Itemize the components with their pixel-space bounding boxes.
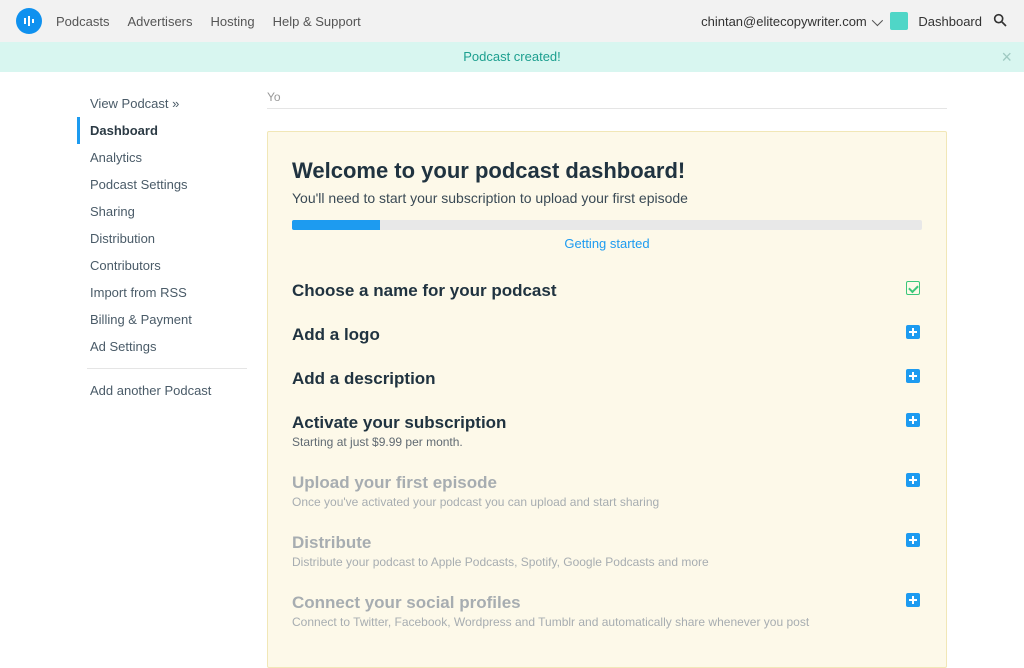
checklist-item[interactable]: Activate your subscription Starting at ju…	[292, 401, 922, 461]
chevron-down-icon	[872, 14, 883, 25]
sidebar: View Podcast »DashboardAnalyticsPodcast …	[77, 90, 257, 668]
top-nav: Podcasts Advertisers Hosting Help & Supp…	[56, 14, 361, 29]
plus-icon[interactable]	[906, 325, 920, 339]
sidebar-item-dashboard[interactable]: Dashboard	[77, 117, 257, 144]
checklist-item-label: Distribute	[292, 533, 890, 553]
plus-icon[interactable]	[906, 369, 920, 383]
checklist-item-label: Choose a name for your podcast	[292, 281, 890, 301]
sidebar-item-import-from-rss[interactable]: Import from RSS	[77, 279, 257, 306]
welcome-card: Welcome to your podcast dashboard! You'l…	[267, 131, 947, 668]
plus-icon[interactable]	[906, 533, 920, 547]
checklist-item[interactable]: Choose a name for your podcast	[292, 269, 922, 313]
plus-icon[interactable]	[906, 593, 920, 607]
sidebar-item-view-podcast[interactable]: View Podcast »	[77, 90, 257, 117]
top-bar: Podcasts Advertisers Hosting Help & Supp…	[0, 0, 1024, 42]
top-right: chintan@elitecopywriter.com Dashboard	[701, 12, 1008, 31]
nav-podcasts[interactable]: Podcasts	[56, 14, 109, 29]
search-icon[interactable]	[992, 12, 1008, 31]
close-icon[interactable]: ×	[1001, 42, 1012, 72]
checklist-item-label: Connect your social profiles	[292, 593, 890, 613]
main-content: Yo Welcome to your podcast dashboard! Yo…	[257, 90, 947, 668]
plus-icon[interactable]	[906, 473, 920, 487]
welcome-subtitle: You'll need to start your subscription t…	[292, 190, 922, 206]
getting-started-link[interactable]: Getting started	[292, 236, 922, 251]
banner-message: Podcast created!	[463, 49, 561, 64]
avatar[interactable]	[890, 12, 908, 30]
sidebar-item-contributors[interactable]: Contributors	[77, 252, 257, 279]
sidebar-item-billing-payment[interactable]: Billing & Payment	[77, 306, 257, 333]
progress-bar	[292, 220, 922, 230]
nav-advertisers[interactable]: Advertisers	[127, 14, 192, 29]
checklist-item[interactable]: Connect your social profiles Connect to T…	[292, 581, 922, 641]
sidebar-item-podcast-settings[interactable]: Podcast Settings	[77, 171, 257, 198]
checklist-item-sub: Starting at just $9.99 per month.	[292, 435, 890, 449]
checklist-item-label: Upload your first episode	[292, 473, 890, 493]
page-title: Yo	[267, 90, 947, 108]
checklist-item[interactable]: Add a logo	[292, 313, 922, 357]
welcome-heading: Welcome to your podcast dashboard!	[292, 158, 922, 184]
checklist-item-sub: Distribute your podcast to Apple Podcast…	[292, 555, 890, 569]
checklist-item-sub: Once you've activated your podcast you c…	[292, 495, 890, 509]
brand-logo[interactable]	[16, 8, 42, 34]
checklist-item-label: Add a description	[292, 369, 890, 389]
user-email: chintan@elitecopywriter.com	[701, 14, 867, 29]
sidebar-item-ad-settings[interactable]: Ad Settings	[77, 333, 257, 360]
checklist-item[interactable]: Distribute Distribute your podcast to App…	[292, 521, 922, 581]
sidebar-item-sharing[interactable]: Sharing	[77, 198, 257, 225]
checklist-item[interactable]: Upload your first episode Once you've act…	[292, 461, 922, 521]
checklist-item-label: Add a logo	[292, 325, 890, 345]
plus-icon[interactable]	[906, 413, 920, 427]
nav-help[interactable]: Help & Support	[273, 14, 361, 29]
onboarding-checklist: Choose a name for your podcast Add a logo…	[292, 269, 922, 641]
sidebar-separator	[87, 368, 247, 369]
sidebar-item-distribution[interactable]: Distribution	[77, 225, 257, 252]
check-icon	[906, 281, 920, 295]
sidebar-item-analytics[interactable]: Analytics	[77, 144, 257, 171]
success-banner: Podcast created! ×	[0, 42, 1024, 72]
sidebar-add-another[interactable]: Add another Podcast	[77, 377, 257, 404]
dashboard-link[interactable]: Dashboard	[918, 14, 982, 29]
nav-hosting[interactable]: Hosting	[211, 14, 255, 29]
checklist-item-label: Activate your subscription	[292, 413, 890, 433]
checklist-item[interactable]: Add a description	[292, 357, 922, 401]
user-menu[interactable]: chintan@elitecopywriter.com	[701, 14, 880, 29]
checklist-item-sub: Connect to Twitter, Facebook, Wordpress …	[292, 615, 890, 629]
